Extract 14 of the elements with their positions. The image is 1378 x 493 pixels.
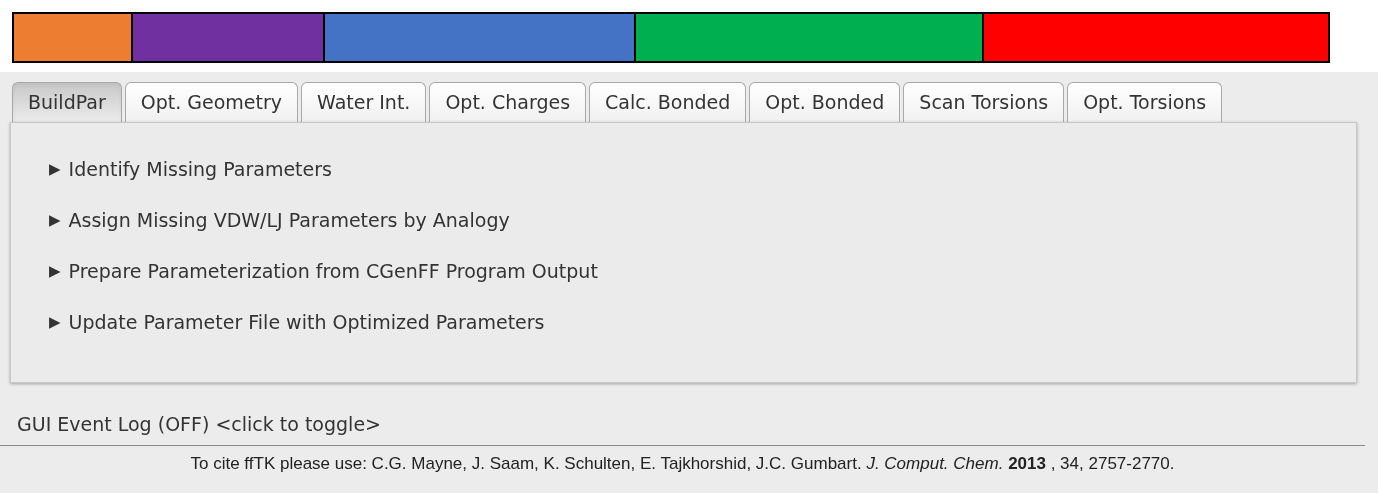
tab[interactable]: Opt. Geometry [124,82,299,122]
section-toggle[interactable]: ▶ Identify Missing Parameters [49,157,1356,181]
section-toggle[interactable]: ▶ Assign Missing VDW/LJ Parameters by Analogy [49,208,1356,232]
event-log-toggle[interactable]: GUI Event Log (OFF) <click to toggle> [17,410,381,439]
tab[interactable]: Opt. Torsions [1067,82,1223,122]
tab[interactable]: Water Int. [301,82,427,122]
tab[interactable]: BuildPar [12,82,122,122]
tab[interactable]: Opt. Charges [429,82,587,122]
tab[interactable]: Opt. Bonded [749,82,901,122]
section-toggle[interactable]: ▶ Update Parameter File with Optimized Parameters [49,310,1356,334]
section-toggle[interactable]: ▶ Prepare Parameterization from CGenFF Program Output [49,259,1356,283]
tab[interactable]: Calc. Bonded [589,82,747,122]
citation-text: To cite ffTK please use: C.G. Mayne, J. Saam, K. Schulten, E. Tajkhorshid, J.C. Gumbart. J. Comput. Chem. 2013 , 34, 2757-2770. [190,453,1175,475]
tab[interactable]: Scan Torsions [903,82,1065,122]
